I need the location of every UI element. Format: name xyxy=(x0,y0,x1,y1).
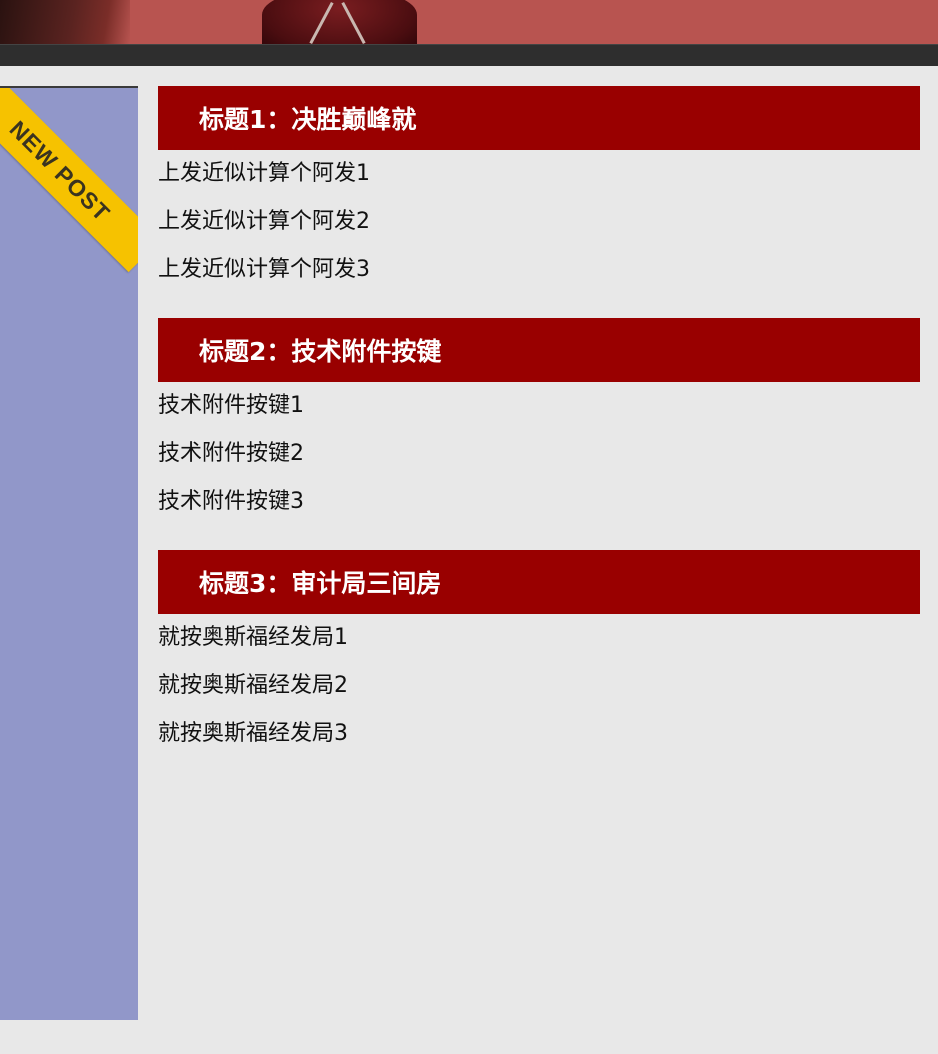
list-item[interactable]: 上发近似计算个阿发1 xyxy=(158,150,920,198)
section-3: 标题3：审计局三间房 就按奥斯福经发局1 就按奥斯福经发局2 就按奥斯福经发局3 xyxy=(158,550,920,758)
sidebar: NEW POST xyxy=(0,86,138,1020)
list-item[interactable]: 技术附件按键3 xyxy=(158,478,920,526)
new-post-ribbon-label: NEW POST xyxy=(4,115,116,227)
banner-image-left xyxy=(0,0,130,44)
header-banner xyxy=(0,0,938,44)
list-item[interactable]: 技术附件按键1 xyxy=(158,382,920,430)
list-item[interactable]: 就按奥斯福经发局2 xyxy=(158,662,920,710)
section-item-list: 上发近似计算个阿发1 上发近似计算个阿发2 上发近似计算个阿发3 xyxy=(158,150,920,294)
section-title: 标题2：技术附件按键 xyxy=(158,318,920,382)
section-item-list: 就按奥斯福经发局1 就按奥斯福经发局2 就按奥斯福经发局3 xyxy=(158,614,920,758)
list-item[interactable]: 就按奥斯福经发局3 xyxy=(158,710,920,758)
main-content: 标题1：决胜巅峰就 上发近似计算个阿发1 上发近似计算个阿发2 上发近似计算个阿… xyxy=(158,86,920,858)
banner-image-figure xyxy=(262,0,417,44)
list-item[interactable]: 技术附件按键2 xyxy=(158,430,920,478)
new-post-ribbon[interactable]: NEW POST xyxy=(0,88,138,273)
section-1: 标题1：决胜巅峰就 上发近似计算个阿发1 上发近似计算个阿发2 上发近似计算个阿… xyxy=(158,86,920,294)
section-title: 标题1：决胜巅峰就 xyxy=(158,86,920,150)
section-title: 标题3：审计局三间房 xyxy=(158,550,920,614)
list-item[interactable]: 上发近似计算个阿发3 xyxy=(158,246,920,294)
section-2: 标题2：技术附件按键 技术附件按键1 技术附件按键2 技术附件按键3 xyxy=(158,318,920,526)
list-item[interactable]: 上发近似计算个阿发2 xyxy=(158,198,920,246)
list-item[interactable]: 就按奥斯福经发局1 xyxy=(158,614,920,662)
header-bar xyxy=(0,44,938,66)
section-item-list: 技术附件按键1 技术附件按键2 技术附件按键3 xyxy=(158,382,920,526)
